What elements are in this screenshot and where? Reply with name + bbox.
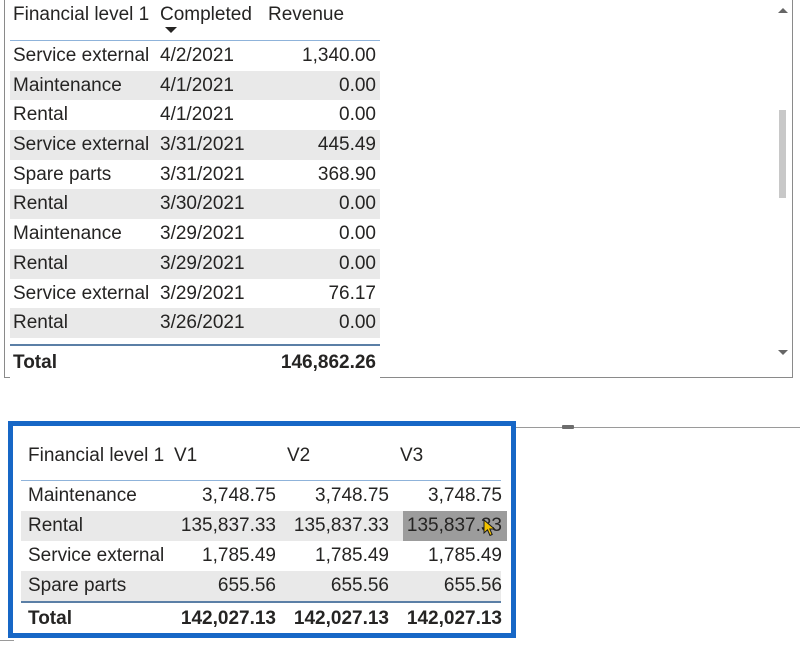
cell-revenue: 368.90	[317, 163, 376, 185]
cell-financial-level: Maintenance	[13, 74, 122, 96]
total-label: Total	[28, 608, 72, 629]
cell-completed: 4/2/2021	[160, 45, 234, 66]
matrix-row[interactable]: Rental 135,837.33 135,837.33 135,837.33	[21, 511, 507, 541]
column-header-completed[interactable]: Completed	[160, 0, 252, 30]
resize-handle[interactable]	[562, 425, 574, 429]
cell-v2: 1,785.49	[315, 545, 389, 566]
cell-v1: 135,837.33	[180, 515, 276, 536]
cell-revenue: 0.00	[339, 193, 376, 215]
matrix-row[interactable]: Maintenance 3,748.75 3,748.75 3,748.75	[21, 481, 502, 511]
cell-v3: 655.56	[443, 575, 502, 596]
cell-v3: 3,748.75	[428, 485, 502, 506]
cell-revenue: 0.00	[339, 74, 376, 96]
cell-revenue: 76.17	[328, 282, 376, 304]
cell-revenue: 0.00	[339, 312, 376, 334]
column-header-financial-level[interactable]: Financial level 1	[13, 0, 149, 30]
cell-financial-level: Spare parts	[13, 163, 112, 185]
table-row[interactable]: Rental 3/30/2021 0.00	[10, 189, 380, 220]
column-header-v1[interactable]: V1	[174, 431, 197, 480]
matrix-row[interactable]: Spare parts 655.56 655.56 655.56	[21, 571, 502, 601]
matrix-total-row: Total 142,027.13 142,027.13 142,027.13	[21, 601, 502, 634]
revenue-table: Financial level 1 Completed Revenue Serv…	[10, 0, 380, 380]
cell-financial-level: Spare parts	[28, 575, 127, 596]
table-row[interactable]: Rental 3/29/2021 0.00	[10, 248, 380, 279]
cell-v2: 3,748.75	[315, 485, 389, 506]
total-label: Total	[13, 352, 57, 373]
column-header-v2[interactable]: V2	[287, 431, 310, 480]
scroll-down-icon[interactable]	[778, 350, 788, 355]
mouse-pointer-icon	[483, 519, 496, 537]
cell-completed: 3/29/2021	[160, 223, 245, 245]
cell-completed: 3/29/2021	[160, 282, 245, 304]
total-value: 146,862.26	[280, 352, 376, 373]
table-row[interactable]: Maintenance 3/29/2021 0.00	[10, 219, 380, 249]
cell-revenue: 0.00	[339, 252, 376, 274]
cell-completed: 3/29/2021	[160, 252, 245, 274]
table-header: Financial level 1 Completed Revenue	[10, 0, 380, 41]
cell-completed: 3/30/2021	[160, 193, 245, 215]
matrix-row[interactable]: Service external 1,785.49 1,785.49 1,785…	[21, 541, 502, 571]
cell-completed: 3/31/2021	[160, 134, 245, 156]
cell-financial-level: Rental	[13, 104, 68, 126]
cell-revenue: 0.00	[339, 223, 376, 245]
total-v1: 142,027.13	[180, 608, 276, 629]
cell-revenue: 445.49	[317, 134, 376, 156]
cell-v2: 655.56	[330, 575, 389, 596]
matrix-header: Financial level 1 V1 V2 V3	[21, 431, 501, 481]
table-row[interactable]: Rental 4/1/2021 0.00	[10, 100, 380, 130]
cell-revenue: 1,340.00	[302, 45, 376, 66]
cell-financial-level: Service external	[13, 45, 150, 66]
total-v2: 142,027.13	[293, 608, 389, 629]
cell-v3: 1,785.49	[428, 545, 502, 566]
table-total-row: Total 146,862.26	[10, 344, 380, 380]
table-row[interactable]: Rental 3/26/2021 0.00	[10, 308, 380, 338]
column-header-v3[interactable]: V3	[400, 431, 423, 480]
cell-financial-level: Rental	[28, 515, 83, 536]
cell-completed: 4/1/2021	[160, 74, 234, 96]
cell-financial-level: Service external	[13, 134, 150, 156]
scroll-up-icon[interactable]	[778, 8, 788, 13]
table-row[interactable]: Service external 3/31/2021 445.49	[10, 130, 380, 160]
table-row[interactable]: Service external 4/2/2021 1,340.00	[10, 41, 380, 71]
cell-revenue: 0.00	[339, 104, 376, 126]
cell-v1: 1,785.49	[202, 545, 276, 566]
cell-completed: 4/1/2021	[160, 104, 234, 126]
cell-completed: 3/31/2021	[160, 163, 245, 185]
canvas-edge-line	[0, 640, 14, 641]
table-row[interactable]: Spare parts 3/31/2021 368.90	[10, 160, 380, 190]
cell-v1: 655.56	[217, 575, 276, 596]
cell-financial-level: Maintenance	[13, 223, 122, 245]
scrollbar-thumb[interactable]	[779, 110, 786, 198]
cell-financial-level: Maintenance	[28, 485, 137, 506]
table-body: Service external 4/2/2021 1,340.00 Maint…	[10, 41, 380, 341]
cell-financial-level: Service external	[28, 545, 165, 566]
total-v3: 142,027.13	[406, 608, 502, 629]
matrix-table: Financial level 1 V1 V2 V3 Maintenance 3…	[21, 431, 507, 634]
cell-completed: 3/26/2021	[160, 312, 245, 334]
revenue-table-visual[interactable]: Financial level 1 Completed Revenue Serv…	[4, 0, 793, 380]
cell-financial-level: Service external	[13, 282, 150, 304]
cell-v2: 135,837.33	[293, 515, 389, 536]
canvas-divider	[515, 427, 800, 428]
cell-financial-level: Rental	[13, 312, 68, 334]
vertical-scrollbar[interactable]	[777, 0, 789, 360]
column-header-financial-level[interactable]: Financial level 1	[28, 431, 164, 480]
matrix-visual-selected[interactable]: Financial level 1 V1 V2 V3 Maintenance 3…	[8, 421, 516, 638]
cell-v1: 3,748.75	[202, 485, 276, 506]
table-row[interactable]: Service external 3/29/2021 76.17	[10, 279, 380, 309]
cell-financial-level: Rental	[13, 193, 68, 215]
cell-financial-level: Rental	[13, 252, 68, 274]
table-row[interactable]: Maintenance 4/1/2021 0.00	[10, 70, 380, 101]
sort-descending-icon[interactable]	[165, 27, 177, 33]
column-header-revenue[interactable]: Revenue	[268, 0, 344, 30]
